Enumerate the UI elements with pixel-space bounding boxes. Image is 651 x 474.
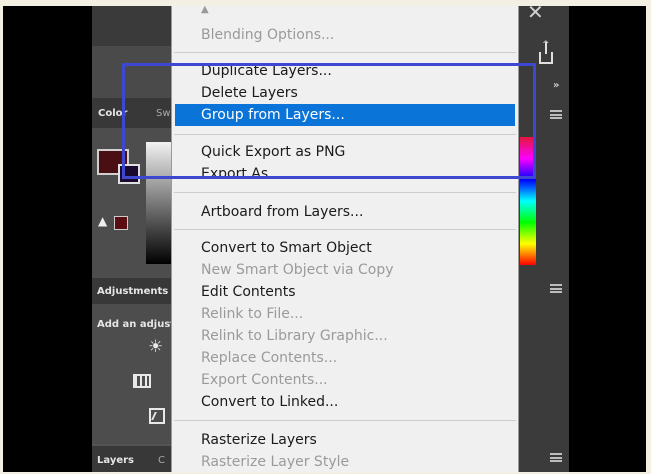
screenshot-frame: Color Sw ▲ Adjustments Add an adjustment… (3, 6, 646, 472)
menu-separator (174, 229, 516, 230)
tab-swatches[interactable]: Sw (156, 108, 171, 119)
menu-separator (174, 52, 516, 53)
menu-item-delete-layers[interactable]: Delete Layers (172, 82, 518, 104)
menu-item-artboard-from-layers[interactable]: Artboard from Layers... (172, 201, 518, 223)
menu-item-blending-options[interactable]: Blending Options... (172, 24, 518, 46)
menu-separator (174, 420, 516, 421)
menu-item-replace-contents[interactable]: Replace Contents... (172, 347, 518, 369)
menu-item-new-smart-object-via-copy[interactable]: New Smart Object via Copy (172, 259, 518, 281)
channel-mixer-icon[interactable] (133, 374, 151, 388)
brightness-icon[interactable]: ☀ (148, 337, 163, 357)
color-panel-tabbar: Color Sw (92, 98, 172, 128)
layer-context-menu: ▲ Blending Options... Duplicate Layers..… (171, 6, 519, 472)
menu-item-convert-to-smart-object[interactable]: Convert to Smart Object (172, 237, 518, 259)
tab-color[interactable]: Color (98, 108, 127, 119)
menu-item-group-from-layers[interactable]: Group from Layers... (175, 104, 515, 126)
menu-separator (174, 192, 516, 193)
menu-item-quick-export-png[interactable]: Quick Export as PNG (172, 141, 518, 163)
menu-separator (174, 134, 516, 135)
scroll-up-arrow-icon[interactable]: ▲ (201, 6, 209, 15)
hamburger-menu-icon[interactable] (550, 453, 562, 462)
share-icon[interactable]: ^ (539, 41, 553, 64)
menu-item-relink-to-file[interactable]: Relink to File... (172, 303, 518, 325)
adjustments-panel-tabbar: Adjustments (92, 278, 172, 304)
panel-header-area (92, 46, 172, 98)
menu-item-export-contents[interactable]: Export Contents... (172, 369, 518, 391)
hue-spectrum-bar[interactable] (520, 137, 536, 265)
menu-item-rasterize-layer-style[interactable]: Rasterize Layer Style (172, 451, 518, 472)
menu-item-relink-to-library-graphic[interactable]: Relink to Library Graphic... (172, 325, 518, 347)
hamburger-menu-icon[interactable] (550, 110, 562, 119)
menu-item-rasterize-layers[interactable]: Rasterize Layers (172, 429, 518, 451)
right-dock: ✕ ^ » (516, 6, 569, 472)
hamburger-menu-icon[interactable] (550, 284, 562, 293)
color-ramp[interactable] (146, 142, 172, 264)
warning-icon: ▲ (98, 214, 108, 228)
curves-icon[interactable] (149, 408, 165, 424)
tab-adjustments[interactable]: Adjustments (97, 286, 168, 297)
double-chevron-icon[interactable]: » (553, 80, 559, 91)
menu-item-convert-to-linked[interactable]: Convert to Linked... (172, 391, 518, 413)
tab-channels[interactable]: C (158, 455, 165, 466)
top-toolbar-strip (92, 6, 172, 46)
tab-layers[interactable]: Layers (97, 455, 134, 466)
close-icon[interactable]: ✕ (527, 6, 544, 24)
menu-item-duplicate-layers[interactable]: Duplicate Layers... (172, 60, 518, 82)
gamut-warning-swatch[interactable] (114, 216, 128, 230)
menu-item-export-as[interactable]: Export As... (172, 163, 518, 179)
menu-item-edit-contents[interactable]: Edit Contents (172, 281, 518, 303)
layers-panel-tabbar: Layers C (92, 446, 172, 472)
background-color-swatch[interactable] (118, 164, 140, 184)
